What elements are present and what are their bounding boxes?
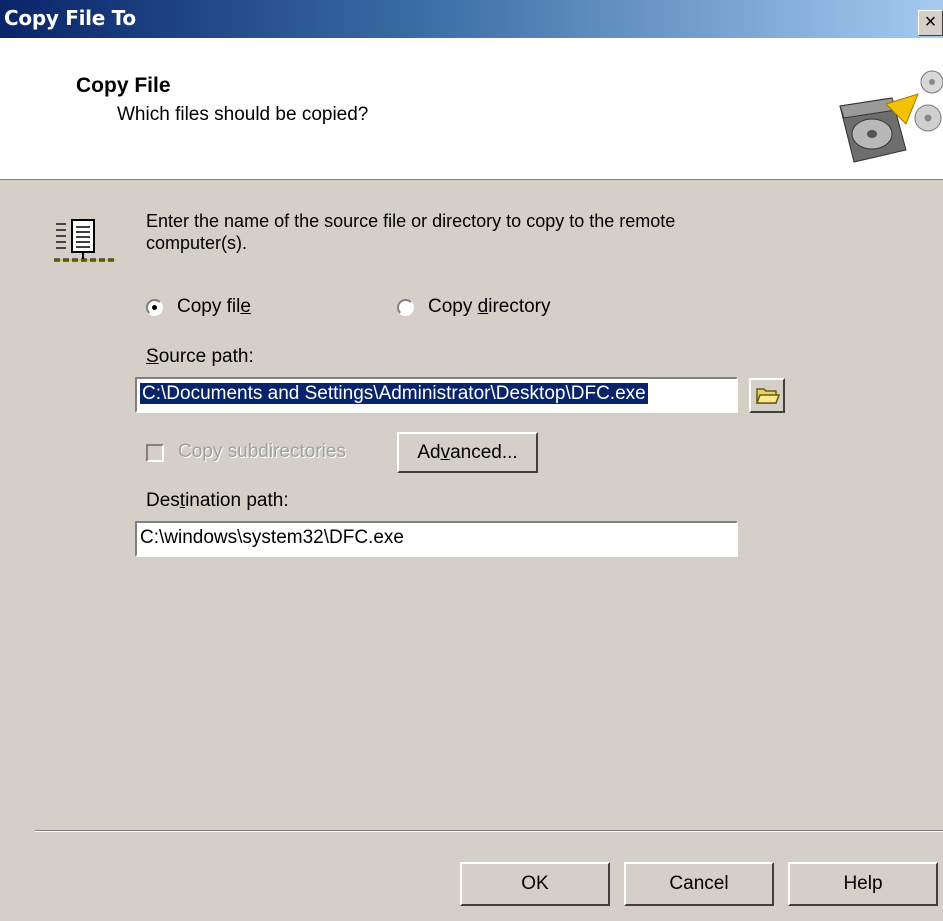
source-path-input[interactable]: C:\Documents and Settings\Administrator\… [135, 377, 738, 413]
browse-button[interactable] [749, 378, 785, 413]
close-button[interactable]: × [918, 10, 943, 36]
title-bar: Copy File To × [0, 0, 943, 38]
cancel-button[interactable]: Cancel [624, 862, 774, 906]
header-title: Copy File [76, 74, 171, 97]
copy-subdirectories-checkbox[interactable] [146, 444, 164, 462]
destination-path-value: C:\windows\system32\DFC.exe [140, 527, 404, 548]
wizard-header: Copy File Which files should be copied? [0, 38, 943, 180]
copy-file-label: Copy file [177, 296, 251, 317]
copy-directory-radio[interactable]: Copy directory [397, 296, 551, 318]
radio-empty-icon [397, 298, 414, 316]
source-path-label: Source path: [146, 346, 254, 367]
copy-directory-label: Copy directory [428, 296, 551, 317]
separator [35, 830, 943, 832]
document-network-icon [54, 219, 116, 262]
help-button[interactable]: Help [788, 862, 938, 906]
source-path-value: C:\Documents and Settings\Administrator\… [140, 383, 648, 404]
destination-path-label: Destination path: [146, 490, 289, 511]
window-title: Copy File To [4, 6, 136, 30]
destination-path-input[interactable]: C:\windows\system32\DFC.exe [135, 521, 738, 557]
copy-file-radio[interactable]: Copy file [146, 296, 251, 318]
intro-text: Enter the name of the source file or dir… [146, 211, 676, 253]
copy-subdirectories-label: Copy subdirectories [178, 441, 346, 462]
radio-selected-icon [146, 298, 163, 316]
advanced-button[interactable]: Advanced... [397, 432, 538, 473]
close-icon: × [924, 11, 937, 33]
folder-open-icon [755, 388, 781, 404]
ok-button[interactable]: OK [460, 862, 610, 906]
disk-copy-icon [839, 70, 943, 163]
header-subtitle: Which files should be copied? [117, 104, 369, 125]
